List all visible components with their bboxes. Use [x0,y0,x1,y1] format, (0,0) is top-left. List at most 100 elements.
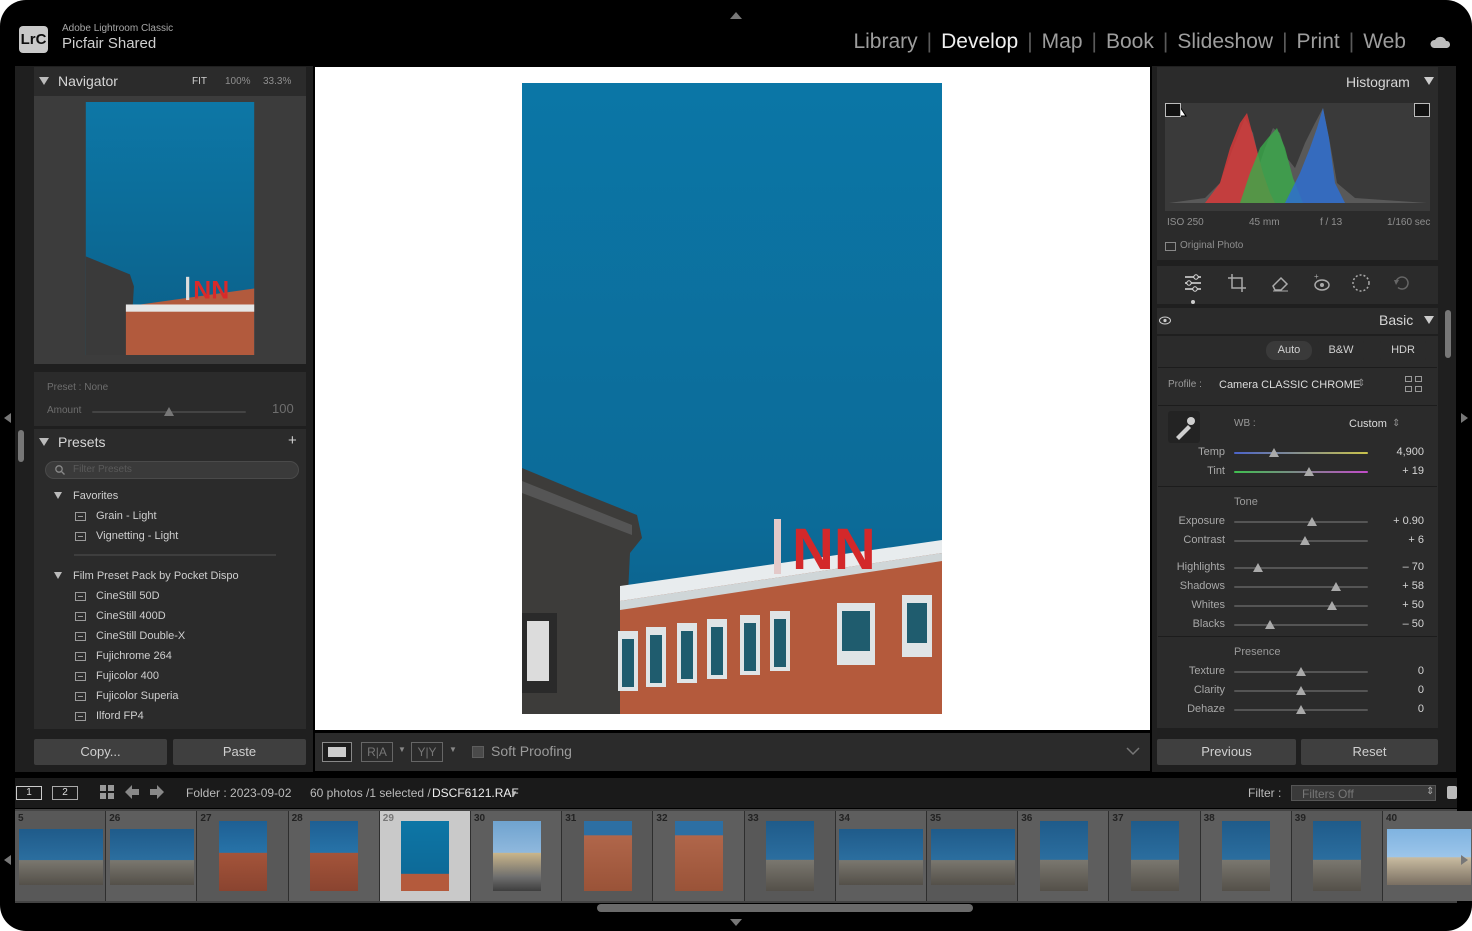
film-pack-disclosure-icon[interactable] [54,572,62,579]
filter-presets-input[interactable]: Filter Presets [45,461,299,479]
zoom-333[interactable]: 33.3% [263,76,291,87]
preset-item[interactable]: Vignetting - Light [75,530,178,542]
slider-thumb-exposure[interactable] [1306,517,1317,526]
slider-value-clarity[interactable]: 0 [1384,684,1424,696]
wb-dropdown[interactable]: Custom [1349,418,1387,430]
chevron-down-icon[interactable]: ▼ [449,745,457,754]
slider-track-tint[interactable] [1234,471,1368,473]
slider-value-blacks[interactable]: – 50 [1384,618,1424,630]
profile-dropdown[interactable]: Camera CLASSIC CHROME [1219,379,1360,391]
filmstrip-thumbnail[interactable] [1222,821,1271,891]
basic-header[interactable]: Basic [1157,308,1438,334]
preset-group-film-pack[interactable]: Film Preset Pack by Pocket Dispo [73,570,239,582]
auto-button[interactable]: Auto [1266,341,1312,360]
amount-slider-thumb[interactable] [164,407,174,416]
chevron-down-icon[interactable]: ▼ [398,745,406,754]
toolbar-menu-chevron-icon[interactable] [1126,747,1140,756]
module-web[interactable]: Web [1363,30,1406,54]
preset-item[interactable]: CineStill 50D [75,590,160,602]
slider-value-whites[interactable]: + 50 [1384,599,1424,611]
module-develop[interactable]: Develop [941,30,1018,54]
slider-track-exposure[interactable] [1234,521,1368,523]
preset-item[interactable]: Grain - Light [75,510,157,522]
histogram-collapse-icon[interactable] [1424,77,1434,85]
slider-value-highlights[interactable]: – 70 [1384,561,1424,573]
filter-dropdown[interactable]: Filters Off ⇕ [1291,785,1436,801]
slider-thumb-dehaze[interactable] [1296,705,1306,714]
slider-value-contrast[interactable]: + 6 [1384,534,1424,546]
filmstrip-thumbnail[interactable] [18,829,103,885]
filmstrip-cell[interactable]: 38 [1200,811,1292,901]
filmstrip-cell[interactable]: 36 [1018,811,1110,901]
top-panel-toggle-icon[interactable] [730,11,742,19]
slider-value-temp[interactable]: 4,900 [1384,446,1424,458]
filmstrip-cell[interactable]: 26 [106,811,198,901]
left-panel-toggle-icon[interactable] [4,413,11,423]
crop-icon[interactable] [1226,272,1248,294]
module-library[interactable]: Library [853,30,917,54]
paste-button[interactable]: Paste [173,739,306,765]
cloud-icon[interactable] [1430,36,1452,48]
filename-chevron-icon[interactable]: ▼ [510,789,518,798]
navigator-preview[interactable]: NN [34,96,306,364]
slider-thumb-texture[interactable] [1296,667,1306,676]
preset-item[interactable]: Fujichrome 264 [75,650,172,662]
filmstrip-cell[interactable]: 37 [1109,811,1201,901]
filmstrip-cell[interactable]: 28 [288,811,380,901]
filmstrip-thumbnail[interactable] [1386,829,1471,885]
filmstrip-thumbnail[interactable] [492,821,541,891]
filmstrip-cell[interactable]: 31 [562,811,654,901]
module-slideshow[interactable]: Slideshow [1177,30,1273,54]
filmstrip-thumbnail[interactable] [310,821,359,891]
right-panel-scrollbar[interactable] [1445,310,1451,358]
presets-header[interactable]: Presets + [34,429,306,457]
filmstrip-thumbnail[interactable] [1130,821,1179,891]
folder-label[interactable]: Folder : 2023-09-02 [186,786,291,800]
soft-proofing-checkbox[interactable] [472,746,484,758]
previous-button[interactable]: Previous [1157,739,1296,765]
back-arrow-icon[interactable] [125,785,139,799]
filmstrip-cell[interactable]: 40 [1383,811,1472,901]
edit-sliders-icon[interactable] [1182,272,1204,294]
filmstrip-thumbnail[interactable] [1313,821,1362,891]
preset-item[interactable]: Fujicolor Superia [75,690,179,702]
filmstrip-cell[interactable]: 30 [471,811,563,901]
slider-value-texture[interactable]: 0 [1384,665,1424,677]
filmstrip-thumbnail[interactable] [674,821,723,891]
profile-browser-icon[interactable] [1405,376,1423,393]
preset-group-favorites[interactable]: Favorites [73,490,118,502]
healing-eraser-icon[interactable] [1269,272,1291,294]
filmstrip-thumbnail[interactable] [401,821,450,891]
shadow-clipping-icon[interactable] [1165,103,1181,117]
red-eye-icon[interactable]: + [1311,272,1333,294]
before-after-button[interactable]: R|A [361,742,393,762]
filmstrip-cell[interactable]: 39 [1291,811,1383,901]
preset-item[interactable]: CineStill Double-X [75,630,185,642]
slider-thumb-blacks[interactable] [1265,620,1276,629]
primary-display-button[interactable]: 1 [16,786,42,800]
zoom-100[interactable]: 100% [225,76,251,87]
navigator-thumbnail[interactable]: NN [85,102,255,355]
module-book[interactable]: Book [1106,30,1154,54]
filmstrip-scrollbar[interactable] [597,904,973,912]
filmstrip-thumbnail[interactable] [109,829,194,885]
profile-stepper-icon[interactable]: ⇕ [1357,378,1365,389]
wb-stepper-icon[interactable]: ⇕ [1392,418,1400,429]
filmstrip-right-icon[interactable] [1461,855,1468,865]
reset-button[interactable]: Reset [1301,739,1438,765]
forward-arrow-icon[interactable] [150,785,164,799]
main-photo[interactable]: NN [522,83,942,714]
slider-value-shadows[interactable]: + 58 [1384,580,1424,592]
filmstrip-thumbnail[interactable] [839,829,924,885]
preset-item[interactable]: CineStill 400D [75,610,166,622]
original-photo-checkbox[interactable] [1165,242,1176,251]
slider-thumb-clarity[interactable] [1296,686,1306,695]
slider-thumb-contrast[interactable] [1300,536,1311,545]
filmstrip-cell[interactable]: 27 [197,811,289,901]
slider-thumb-shadows[interactable] [1330,582,1341,591]
secondary-display-button[interactable]: 2 [52,786,78,800]
filmstrip-thumbnail[interactable] [218,821,267,891]
right-panel-toggle-icon[interactable] [1461,413,1468,423]
add-preset-icon[interactable]: + [288,432,297,449]
filmstrip-cell[interactable]: 33 [744,811,836,901]
